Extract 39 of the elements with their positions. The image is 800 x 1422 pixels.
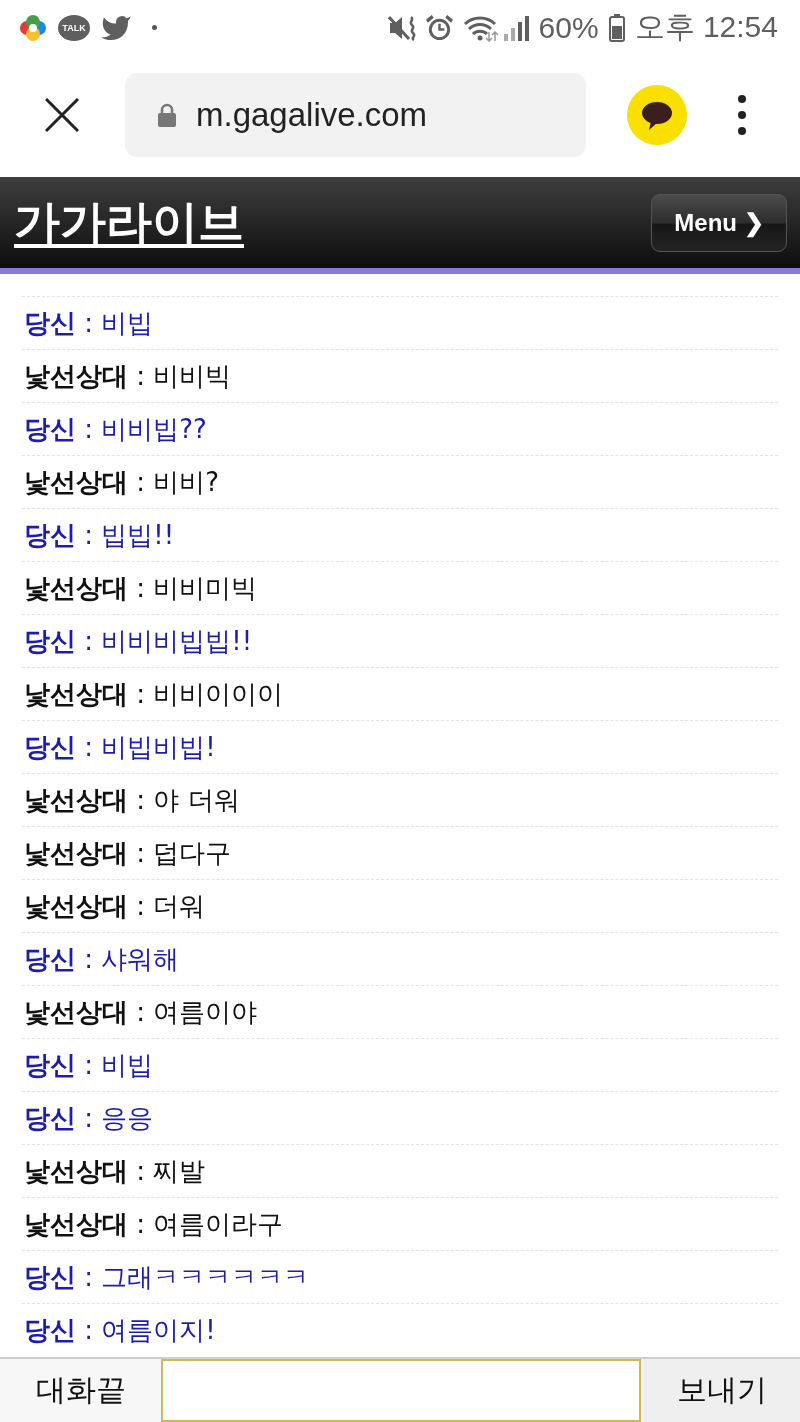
muted-speaker-icon <box>387 13 418 42</box>
close-icon[interactable] <box>45 98 79 132</box>
bird-icon <box>100 14 132 41</box>
chat-message: 당신 : 비비비빕빕!! <box>24 624 253 658</box>
chat-message: 낯선상대 : 비비이이이 <box>24 677 284 711</box>
speech-bubble-icon[interactable] <box>627 85 687 145</box>
chat-message: 낯선상대 : 덥다구 <box>24 836 232 870</box>
menu-button[interactable]: Menu ❯ <box>651 193 787 252</box>
chat-message: 낯선상대 : 비비빅 <box>24 359 232 393</box>
multicolor-app-icon <box>18 12 48 43</box>
chat-message: 낯선상대 : 비비미빅 <box>24 571 258 605</box>
chat-message: 당신 : 응응 <box>24 1101 154 1135</box>
chat-message: 당신 : 비빕비빕! <box>24 730 216 764</box>
send-button[interactable]: 보내기 <box>643 1359 800 1422</box>
battery-icon <box>608 13 625 42</box>
battery-percent: 60% <box>538 10 599 45</box>
clock-time: 오후 12:54 <box>634 9 778 45</box>
more-icon[interactable] <box>738 95 746 135</box>
chat-message: 당신 : 비빕 <box>24 306 154 340</box>
chat-message: 낯선상대 : 여름이라구 <box>24 1207 284 1241</box>
message-input-field[interactable] <box>161 1359 641 1422</box>
site-title-link[interactable]: 가가라이브 <box>14 191 244 254</box>
chat-message: 당신 : 빕빕!! <box>24 518 175 552</box>
chat-message: 당신 : 비빕 <box>24 1048 154 1082</box>
chat-message: 당신 : 비비빕?? <box>24 412 207 446</box>
chat-message: 당신 : 샤워해 <box>24 942 180 976</box>
chat-message: 낯선상대 : 여름이야 <box>24 995 258 1029</box>
chat-message: 당신 : 여름이지! <box>24 1313 216 1347</box>
chat-message: 낯선상대 : 더워 <box>24 889 206 923</box>
signal-icon <box>502 13 531 42</box>
chat-message: 낯선상대 : 찌발 <box>24 1154 206 1188</box>
alarm-clock-icon <box>424 13 454 42</box>
chat-message: 낯선상대 : 비비? <box>24 465 220 499</box>
chat-message: 당신 : 그래ㅋㅋㅋㅋㅋㅋ <box>24 1260 310 1294</box>
address-bar[interactable]: m.gagalive.com <box>125 73 586 157</box>
lock-icon <box>157 103 177 127</box>
chat-message: 낯선상대 : 야 더워 <box>24 783 240 817</box>
dot-icon <box>152 25 157 30</box>
talk-badge: TALK <box>58 14 90 41</box>
